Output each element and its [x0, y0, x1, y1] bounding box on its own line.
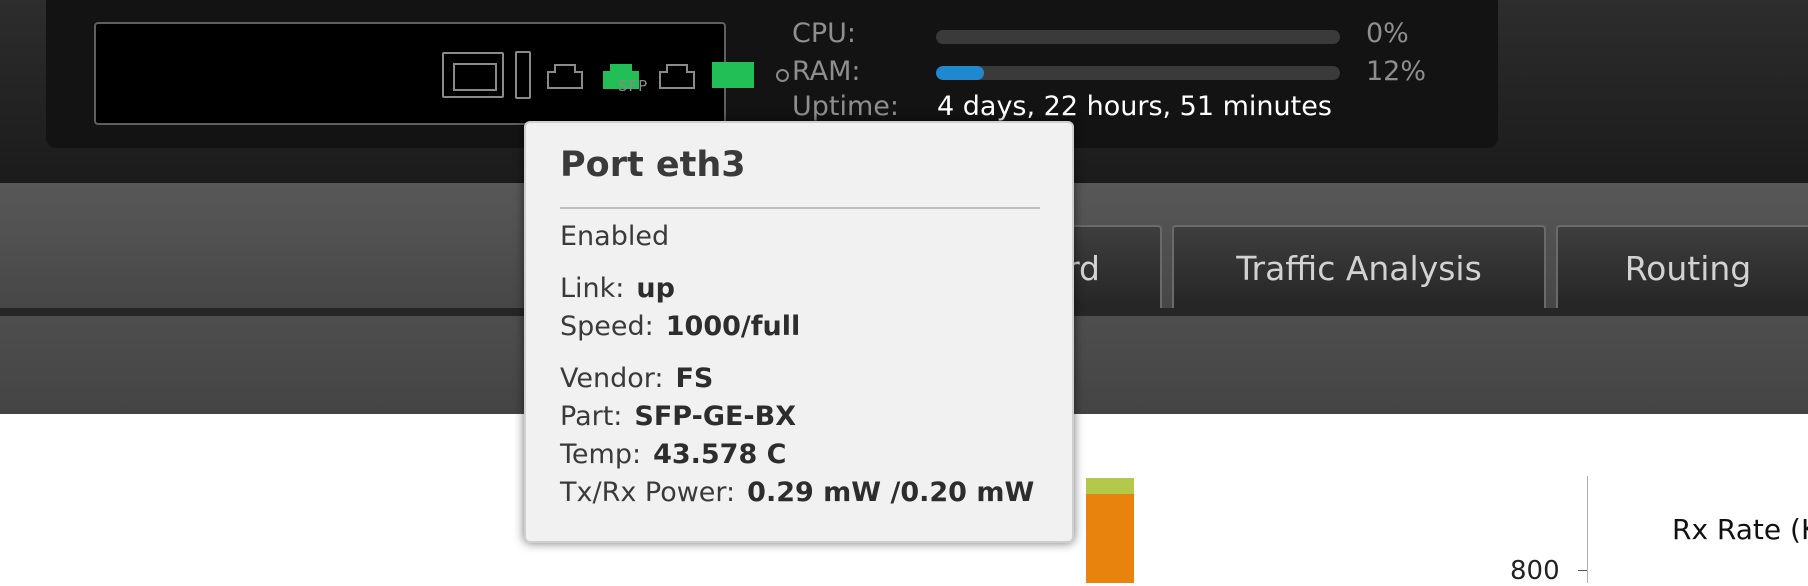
power-label: Tx/Rx Power:	[560, 477, 736, 508]
uptime-label: Uptime:	[792, 91, 899, 122]
cpu-usage-bar	[936, 30, 1340, 44]
part-value: SFP-GE-BX	[634, 401, 797, 432]
ram-usage-fill	[936, 66, 985, 80]
chart-tick	[1578, 570, 1587, 571]
speed-label: Speed:	[560, 311, 654, 342]
tab-traffic-analysis[interactable]: Traffic Analysis	[1172, 225, 1546, 309]
speed-row: Speed: 1000/full	[560, 311, 800, 342]
power-row: Tx/Rx Power: 0.29 mW /0.20 mW	[560, 477, 1034, 508]
link-row: Link: up	[560, 273, 675, 304]
port-status: Enabled	[560, 221, 669, 252]
power-value: 0.29 mW /0.20 mW	[747, 477, 1035, 508]
ram-value: 12%	[1366, 56, 1427, 87]
sfp-port-icon[interactable]	[712, 62, 754, 88]
chart-bar-segment	[1086, 494, 1134, 583]
chart-legend-label: Rx Rate (K	[1672, 513, 1808, 546]
vendor-label: Vendor:	[560, 363, 664, 394]
tab-routing[interactable]: Routing	[1556, 225, 1808, 309]
ram-usage-bar	[936, 66, 1340, 80]
chart-tick-label: 800	[1510, 556, 1560, 586]
vendor-row: Vendor: FS	[560, 363, 713, 394]
port-status-text: Enabled	[560, 221, 670, 252]
port-panel	[94, 22, 789, 125]
sfp-label: SFP	[618, 77, 649, 95]
temp-label: Temp:	[560, 439, 642, 470]
chart-y-axis	[1587, 476, 1588, 583]
cpu-value: 0%	[1366, 18, 1409, 49]
tooltip-divider	[560, 207, 1040, 209]
console-port-icon[interactable]	[442, 52, 504, 98]
speed-value: 1000/full	[665, 311, 801, 342]
ethernet-port-icon[interactable]	[658, 60, 696, 90]
ram-label: RAM:	[792, 56, 861, 87]
part-label: Part:	[560, 401, 623, 432]
temp-row: Temp: 43.578 C	[560, 439, 786, 470]
temp-value: 43.578 C	[653, 439, 787, 470]
cpu-label: CPU:	[792, 18, 856, 49]
port-tooltip: Port eth3 Enabled Link: up Speed: 1000/ful…	[524, 121, 1074, 543]
port-separator-icon	[515, 51, 531, 99]
led-indicator-icon	[776, 69, 789, 82]
vendor-value: FS	[675, 363, 714, 394]
part-row: Part: SFP-GE-BX	[560, 401, 796, 432]
link-label: Link:	[560, 273, 625, 304]
ethernet-port-icon[interactable]	[546, 60, 584, 90]
tooltip-title: Port eth3	[560, 145, 746, 185]
uptime-value: 4 days, 22 hours, 51 minutes	[937, 91, 1332, 122]
link-value: up	[636, 273, 675, 304]
